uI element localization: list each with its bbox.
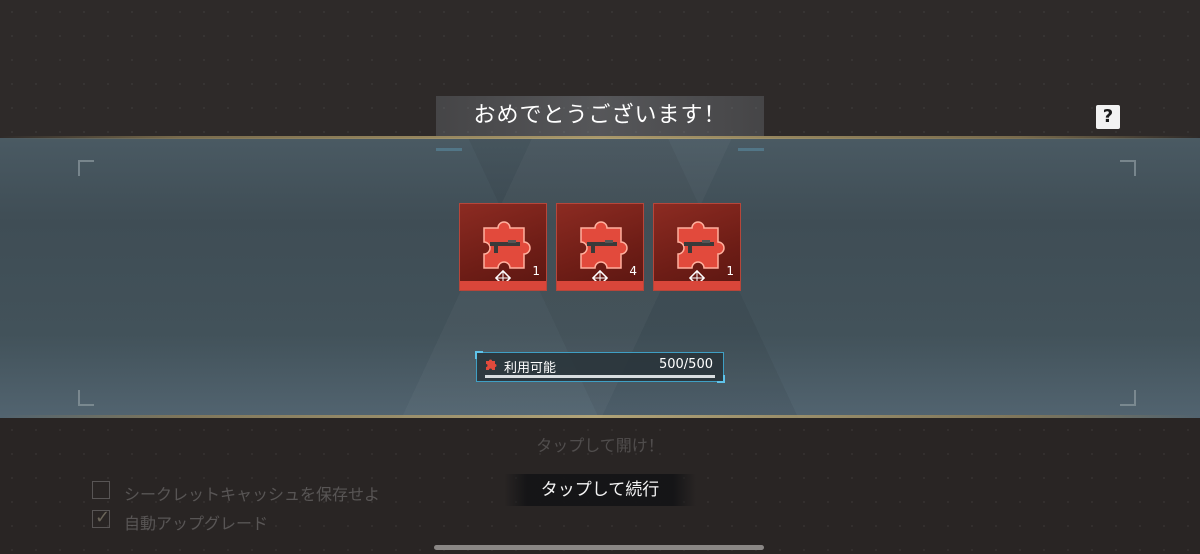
checkmark-icon: ✓ bbox=[95, 507, 111, 528]
corner-bracket-bottom-right bbox=[1120, 390, 1136, 406]
gauge-track bbox=[485, 375, 715, 378]
help-button[interactable]: ? bbox=[1096, 105, 1120, 129]
reward-rarity-bar bbox=[460, 281, 546, 290]
reward-rarity-bar bbox=[654, 281, 740, 290]
reward-count: 4 bbox=[629, 264, 637, 278]
gauge-value: 500/500 bbox=[658, 357, 713, 372]
page-title: おめでとうございます！ bbox=[473, 103, 727, 128]
reward-count: 1 bbox=[726, 264, 734, 278]
gauge-fill bbox=[485, 375, 715, 378]
corner-bracket-bottom-left bbox=[78, 390, 94, 406]
reward-item[interactable]: 1 bbox=[459, 203, 547, 291]
corner-bracket-top-right bbox=[1120, 160, 1136, 176]
corner-bracket-top-left bbox=[78, 160, 94, 176]
checkbox bbox=[92, 481, 110, 499]
title-tick-right bbox=[738, 148, 764, 151]
band-bottom-line bbox=[0, 415, 1200, 418]
title-tick-left bbox=[436, 148, 462, 151]
home-indicator[interactable] bbox=[434, 545, 764, 550]
tap-to-open-text: タップして開け！ bbox=[536, 436, 664, 455]
reward-item[interactable]: 4 bbox=[556, 203, 644, 291]
reward-item[interactable]: 1 bbox=[653, 203, 741, 291]
option-label: シークレットキャッシュを保存せよ bbox=[124, 485, 381, 504]
band-top-line bbox=[0, 136, 1200, 139]
gauge-label: 利用可能 bbox=[504, 361, 557, 376]
tap-to-continue-button[interactable]: タップして続行 bbox=[504, 474, 696, 506]
availability-gauge: 利用可能 500/500 bbox=[475, 351, 725, 383]
reward-rarity-bar bbox=[557, 281, 643, 290]
option-label: 自動アップグレード bbox=[124, 514, 269, 533]
reward-count: 1 bbox=[532, 264, 540, 278]
checkbox: ✓ bbox=[92, 507, 111, 528]
puzzle-piece-icon bbox=[486, 359, 497, 370]
